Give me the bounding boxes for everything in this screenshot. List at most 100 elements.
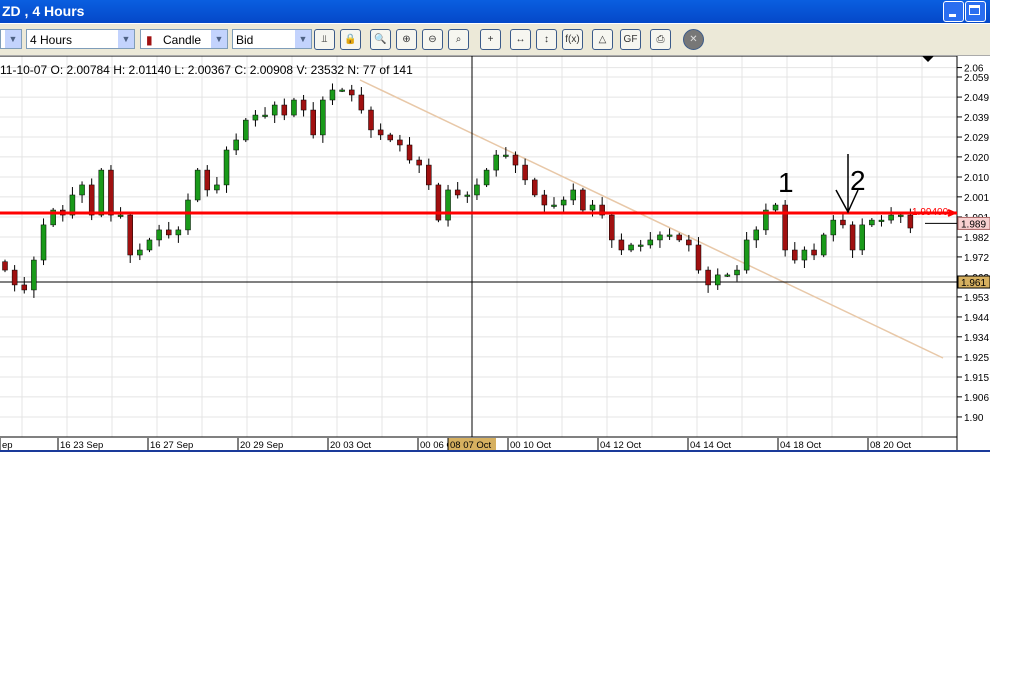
candle: [772, 204, 779, 211]
candle: [734, 269, 740, 276]
candle: [676, 234, 682, 241]
candle: [243, 119, 249, 141]
y-tick-label: 1.982: [964, 233, 989, 244]
y-tick-label: 2.010: [964, 173, 989, 184]
zoom-out-icon: ⊖: [428, 34, 437, 45]
candle: [580, 189, 586, 211]
candle: [551, 204, 557, 207]
candle: [358, 94, 365, 111]
candle: [377, 129, 384, 136]
print-button[interactable]: ⎙: [650, 29, 671, 50]
vertical-scale-button[interactable]: ↕: [536, 29, 557, 50]
x-tick-label: 04 14 Oct: [690, 440, 732, 451]
candle: [310, 109, 316, 136]
x-tick-label: 20 03 Oct: [330, 440, 372, 451]
x-tick-label: ep: [2, 440, 13, 451]
price-type-select[interactable]: Bid ▼: [232, 29, 312, 49]
y-tick-label: 1.925: [964, 353, 989, 364]
candle: [474, 184, 480, 196]
candle: [348, 89, 355, 96]
horizontal-scale-button[interactable]: ↔: [510, 29, 531, 50]
candle: [830, 219, 837, 236]
candle: [271, 104, 278, 116]
chart-type-select[interactable]: ▮ Candle ▼: [140, 29, 228, 49]
zoom-area-button[interactable]: ⌕: [448, 29, 469, 50]
minimize-button[interactable]: [943, 1, 964, 22]
candle: [666, 234, 673, 237]
candle: [2, 261, 8, 271]
close-icon: ✕: [689, 34, 698, 45]
crosshair-price-label: 1.961: [961, 278, 986, 289]
vertical-scale-icon: ↕: [544, 34, 549, 45]
chevron-down-icon: ▼: [5, 30, 21, 48]
candle: [11, 269, 18, 286]
x-tick-label: 16 27 Sep: [150, 440, 193, 451]
zoom-fit-icon: 🔍: [374, 34, 387, 45]
candle: [233, 139, 239, 151]
candle: [840, 219, 846, 226]
candle: [589, 204, 596, 211]
crosshair-icon: +: [487, 34, 494, 45]
lock-button[interactable]: 🔒: [340, 29, 361, 50]
instrument-select[interactable]: ▼: [0, 29, 22, 49]
fibonacci-button[interactable]: GF: [620, 29, 641, 50]
candle: [714, 274, 721, 286]
toolbar: ▼ 4 Hours ▼ ▮ Candle ▼ Bid ▼ ⫫ 🔒 🔍 ⊕ ⊖ ⌕ + ↔ ↕ f(x) △ G…: [0, 24, 990, 56]
maximize-button[interactable]: [965, 1, 986, 22]
candle: [204, 169, 211, 191]
candle: [21, 284, 28, 291]
candle: [512, 154, 519, 166]
bar-chart-button[interactable]: ⫫: [314, 29, 335, 50]
candle: [637, 244, 644, 247]
chevron-down-icon: ▼: [118, 30, 134, 48]
y-tick-label: 1.953: [964, 293, 989, 304]
candle: [454, 189, 461, 196]
zoom-in-button[interactable]: ⊕: [396, 29, 417, 50]
ohlc-info: 11-10-07 O: 2.00784 H: 2.01140 L: 2.0036…: [0, 63, 413, 77]
candle: [869, 219, 875, 226]
candle: [464, 194, 471, 197]
y-tick-label: 2.029: [964, 133, 989, 144]
candle: [628, 244, 634, 251]
candle: [79, 184, 85, 196]
candle: [406, 144, 413, 161]
y-tick-label: 1.972: [964, 253, 989, 264]
candle: [609, 214, 615, 241]
candle: [146, 239, 153, 251]
zoom-out-button[interactable]: ⊖: [422, 29, 443, 50]
shapes-icon: △: [598, 34, 607, 45]
candle: [445, 189, 451, 221]
candle: [108, 169, 114, 216]
y-tick-label: 1.934: [964, 333, 989, 344]
crosshair-button[interactable]: +: [480, 29, 501, 50]
shapes-button[interactable]: △: [592, 29, 613, 50]
y-tick-label: 2.039: [964, 113, 989, 124]
candle: [223, 149, 230, 186]
candle: [878, 219, 885, 222]
candle: [531, 179, 538, 196]
candle: [194, 169, 201, 201]
candle: [329, 89, 336, 101]
candle: [40, 224, 47, 261]
candle: [262, 114, 268, 117]
y-tick-label: 2.059: [964, 73, 989, 84]
candle: [503, 154, 509, 157]
x-tick-label: 16 23 Sep: [60, 440, 103, 451]
candle: [175, 229, 182, 236]
candle: [753, 229, 760, 241]
candle: [792, 249, 798, 261]
candle: [137, 249, 143, 256]
title-bar: ZD , 4 Hours: [0, 0, 990, 23]
candle: [849, 224, 856, 251]
x-tick-label: 20 29 Sep: [240, 440, 283, 451]
candle: [165, 229, 172, 236]
x-tick-label: 08 07 Oct: [450, 440, 492, 451]
zoom-fit-button[interactable]: 🔍: [370, 29, 391, 50]
period-select[interactable]: 4 Hours ▼: [26, 29, 135, 49]
candle-icon: ▮: [146, 33, 153, 47]
candle: [117, 214, 124, 217]
price-chart[interactable]: 2.062.0592.0492.0392.0292.0202.0102.0011…: [0, 56, 990, 456]
close-button[interactable]: ✕: [683, 29, 704, 50]
candle: [820, 234, 827, 256]
function-button[interactable]: f(x): [562, 29, 583, 50]
